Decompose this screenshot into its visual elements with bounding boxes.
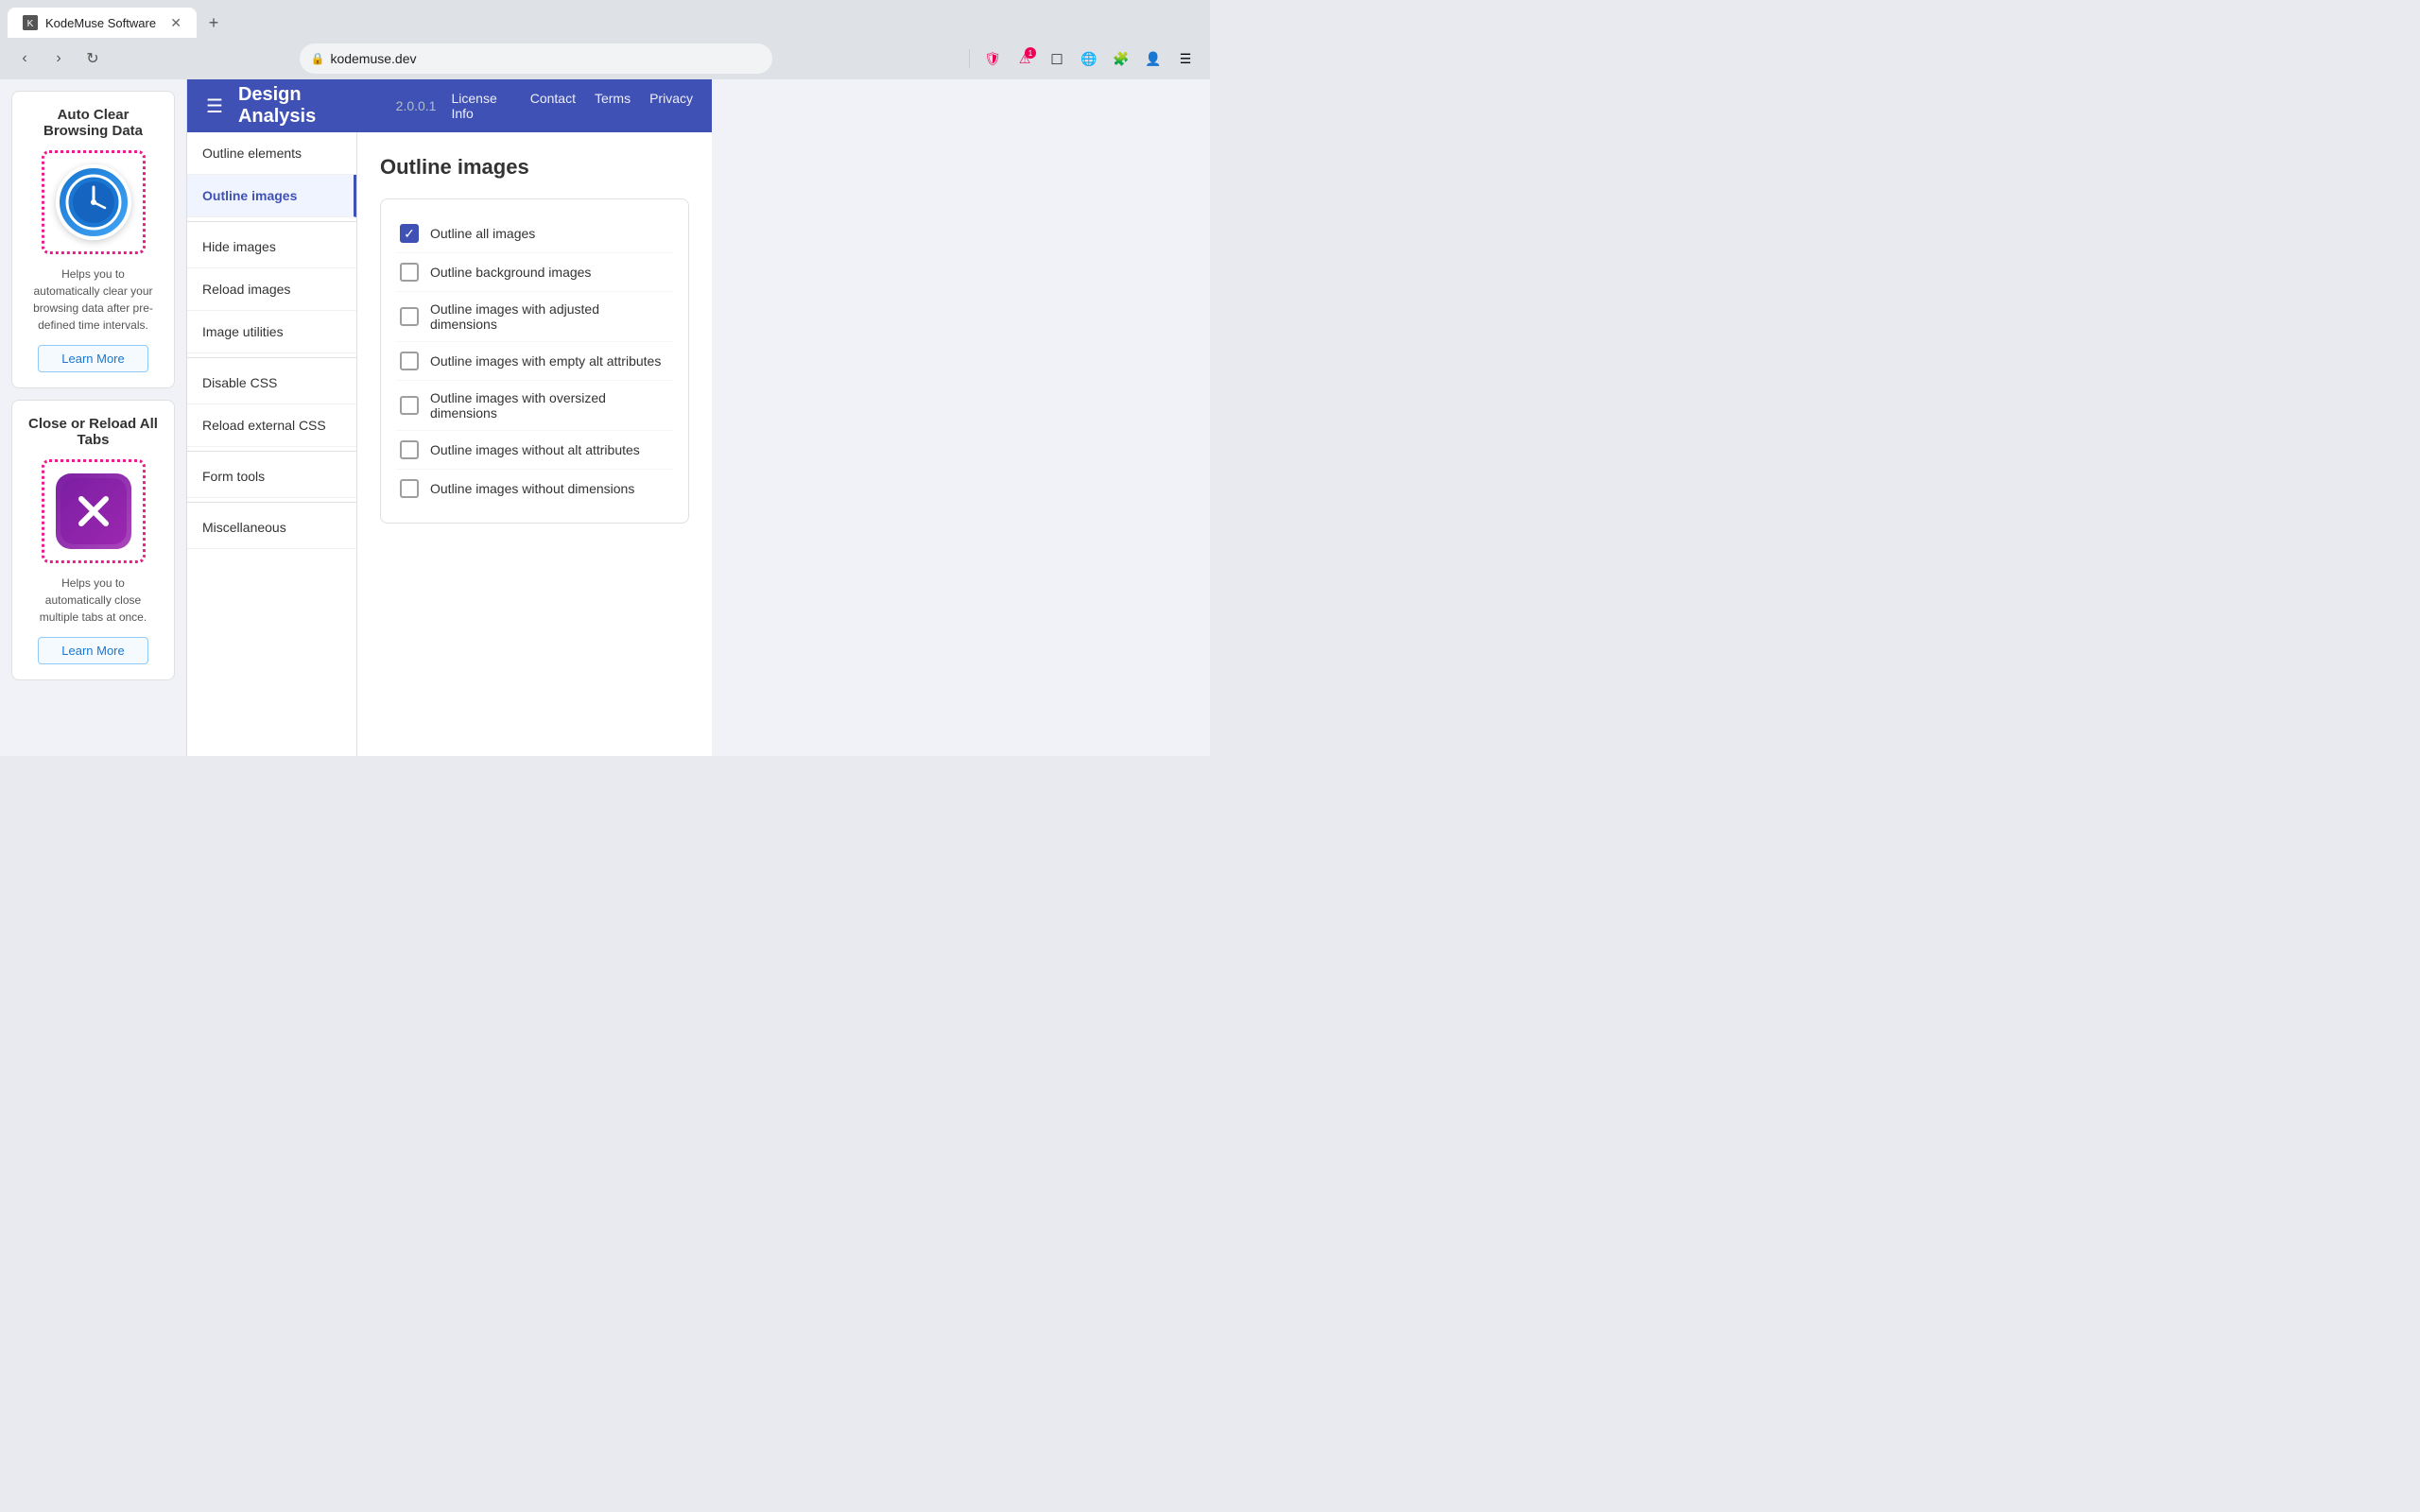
back-button[interactable]: ‹ <box>11 45 38 72</box>
nav-item-hide-images[interactable]: Hide images <box>187 226 356 268</box>
checkbox-item-2: Outline images with adjusted dimensions <box>396 292 673 342</box>
card-icon-2 <box>42 459 146 563</box>
lock-icon: 🔒 <box>311 52 325 65</box>
menu-icon[interactable]: ☰ <box>1172 45 1199 72</box>
nav-item-miscellaneous[interactable]: Miscellaneous <box>187 507 356 549</box>
checkbox-oversized[interactable] <box>400 396 419 415</box>
page-title: Outline images <box>380 155 689 180</box>
checkbox-label-5: Outline images without alt attributes <box>430 442 640 457</box>
close-tabs-icon <box>56 473 131 549</box>
nav-item-disable-css[interactable]: Disable CSS <box>187 362 356 404</box>
nav-contact[interactable]: Contact <box>530 91 576 121</box>
address-bar: ‹ › ↻ 🔒 kodemuse.dev 🛡 ⚠ 1 □ 🌐 🧩 👤 ☰ <box>0 38 1210 79</box>
brave-shield-icon[interactable]: 🛡 <box>979 45 1006 72</box>
checkbox-item-0: ✓ Outline all images <box>396 215 673 253</box>
forward-button[interactable]: › <box>45 45 72 72</box>
checkbox-empty-alt[interactable] <box>400 352 419 370</box>
cast-icon[interactable]: □ <box>1044 45 1070 72</box>
nav-divider-1 <box>187 221 356 222</box>
checkbox-item-6: Outline images without dimensions <box>396 470 673 507</box>
checkbox-outline-all[interactable]: ✓ <box>400 224 419 243</box>
address-input[interactable]: 🔒 kodemuse.dev <box>300 43 772 74</box>
ext-right-content: Outline images ✓ Outline all images Outl… <box>357 132 712 756</box>
ext-version: 2.0.0.1 <box>396 98 437 113</box>
vpn-icon[interactable]: 🌐 <box>1076 45 1102 72</box>
checkbox-without-dim[interactable] <box>400 479 419 498</box>
ext-menu-icon[interactable]: ☰ <box>206 94 223 118</box>
learn-more-button-1[interactable]: Learn More <box>38 345 147 372</box>
tab-title: KodeMuse Software <box>45 16 163 30</box>
card-desc-1: Helps you to automatically clear your br… <box>27 266 159 334</box>
nav-item-reload-external-css[interactable]: Reload external CSS <box>187 404 356 447</box>
profile-icon[interactable]: 👤 <box>1140 45 1167 72</box>
checkbox-label-1: Outline background images <box>430 265 591 280</box>
ext-nav: License Info Contact Terms Privacy <box>451 91 693 121</box>
nav-item-outline-elements[interactable]: Outline elements <box>187 132 356 175</box>
svg-text:K: K <box>27 19 34 29</box>
alert-icon[interactable]: ⚠ 1 <box>1011 45 1038 72</box>
toolbar-divider <box>969 49 970 68</box>
extension-panel: ☰ Design Analysis 2.0.0.1 License Info C… <box>186 79 712 756</box>
nav-divider-3 <box>187 451 356 452</box>
checkbox-adjusted-dim[interactable] <box>400 307 419 326</box>
checkbox-container: ✓ Outline all images Outline background … <box>380 198 689 524</box>
checkmark-icon: ✓ <box>404 226 415 242</box>
card-desc-2: Helps you to automatically close multipl… <box>27 575 159 626</box>
checkbox-item-1: Outline background images <box>396 253 673 292</box>
nav-item-form-tools[interactable]: Form tools <box>187 455 356 498</box>
nav-item-outline-images[interactable]: Outline images <box>187 175 356 217</box>
card-title-2: Close or Reload All Tabs <box>27 416 159 448</box>
checkbox-background[interactable] <box>400 263 419 282</box>
checkbox-label-2: Outline images with adjusted dimensions <box>430 301 669 332</box>
reload-button[interactable]: ↻ <box>79 45 106 72</box>
card-icon-1 <box>42 150 146 254</box>
extension-header: ☰ Design Analysis 2.0.0.1 License Info C… <box>187 79 712 132</box>
ext-left-nav: Outline elements Outline images Hide ima… <box>187 132 357 756</box>
checkbox-label-4: Outline images with oversized dimensions <box>430 390 669 421</box>
tab-close-button[interactable]: ✕ <box>170 15 182 31</box>
nav-privacy[interactable]: Privacy <box>649 91 693 121</box>
checkbox-item-4: Outline images with oversized dimensions <box>396 381 673 431</box>
checkbox-item-5: Outline images without alt attributes <box>396 431 673 470</box>
checkbox-without-alt[interactable] <box>400 440 419 459</box>
checkbox-item-3: Outline images with empty alt attributes <box>396 342 673 381</box>
nav-item-reload-images[interactable]: Reload images <box>187 268 356 311</box>
url-text: kodemuse.dev <box>330 51 416 66</box>
learn-more-button-2[interactable]: Learn More <box>38 637 147 664</box>
nav-terms[interactable]: Terms <box>595 91 631 121</box>
extension-body: Outline elements Outline images Hide ima… <box>187 132 712 756</box>
checkbox-label-0: Outline all images <box>430 226 535 241</box>
right-content-area <box>712 79 1210 756</box>
nav-divider-2 <box>187 357 356 358</box>
new-tab-button[interactable]: + <box>200 9 227 36</box>
ext-title: Design Analysis <box>238 84 377 128</box>
checkbox-label-6: Outline images without dimensions <box>430 481 634 496</box>
card-close-tabs: Close or Reload All Tabs <box>11 400 175 680</box>
nav-item-image-utilities[interactable]: Image utilities <box>187 311 356 353</box>
clock-icon <box>56 164 131 240</box>
nav-license[interactable]: License Info <box>451 91 510 121</box>
card-auto-clear: Auto Clear Browsing Data Helps you to au… <box>11 91 175 388</box>
card-title-1: Auto Clear Browsing Data <box>27 107 159 139</box>
tab-favicon: K <box>23 15 38 30</box>
extension-icon[interactable]: 🧩 <box>1108 45 1134 72</box>
browser-tab[interactable]: K KodeMuse Software ✕ <box>8 8 197 38</box>
checkbox-label-3: Outline images with empty alt attributes <box>430 353 661 369</box>
nav-divider-4 <box>187 502 356 503</box>
website-sidebar: Auto Clear Browsing Data Helps you to au… <box>0 79 186 756</box>
